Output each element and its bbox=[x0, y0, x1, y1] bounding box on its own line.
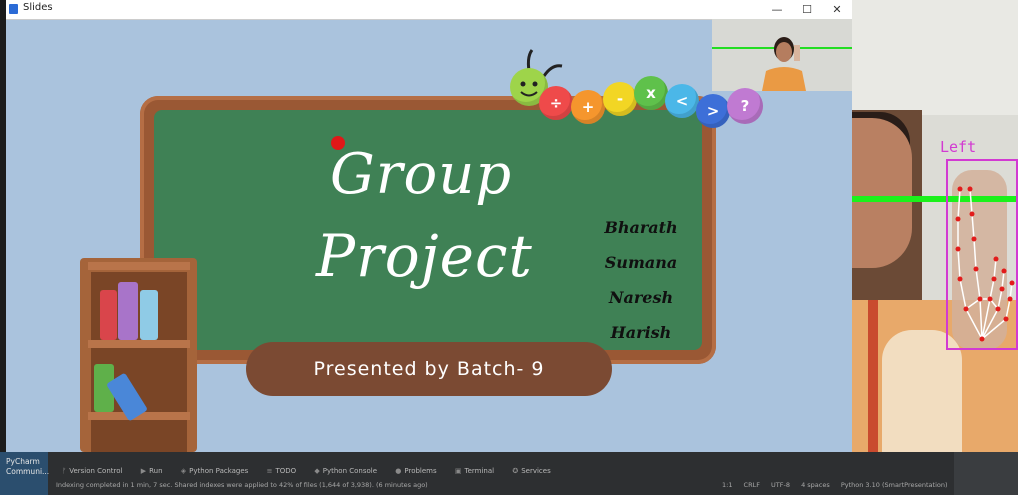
team-name: Sumana bbox=[604, 253, 678, 272]
tool-services[interactable]: ✪ Services bbox=[512, 467, 550, 475]
thumbnail-person bbox=[762, 37, 806, 91]
camera-wall bbox=[852, 0, 1018, 115]
camera-feed-background: Left bbox=[852, 0, 1018, 452]
team-name: Bharath bbox=[604, 218, 678, 237]
webcam-thumbnail bbox=[712, 19, 852, 91]
book bbox=[100, 290, 117, 340]
tool-python-packages[interactable]: ◈ Python Packages bbox=[181, 467, 249, 475]
tool-version-control[interactable]: ᚠ Version Control bbox=[62, 467, 122, 475]
pycharm-taskbar-item[interactable]: PyCharm Communi... bbox=[0, 452, 50, 495]
indent-setting[interactable]: 4 spaces bbox=[801, 481, 830, 489]
hand-landmarks bbox=[955, 186, 1015, 342]
problems-icon: ● bbox=[395, 467, 402, 475]
slide-title-line2: Project bbox=[316, 222, 533, 290]
taskbar-thumbnail[interactable] bbox=[954, 452, 1018, 495]
presented-by-banner: Presented by Batch- 9 bbox=[246, 342, 612, 396]
slides-app-icon bbox=[9, 4, 18, 14]
caterpillar-segment: ÷ bbox=[539, 86, 573, 120]
book bbox=[118, 282, 138, 340]
close-button[interactable]: ✕ bbox=[822, 0, 852, 19]
book bbox=[140, 290, 158, 340]
caterpillar-segment: - bbox=[603, 82, 637, 116]
team-names: Bharath Sumana Naresh Harish bbox=[586, 210, 696, 350]
tool-window-bar: ᚠ Version Control ▶ Run ◈ Python Packages ≡… bbox=[62, 467, 567, 475]
python-interpreter[interactable]: Python 3.10 (SmartPresentation) bbox=[841, 481, 948, 489]
team-name: Naresh bbox=[608, 288, 674, 307]
python-packages-icon: ◈ bbox=[180, 467, 187, 475]
camera-person-face bbox=[852, 118, 912, 268]
terminal-icon: ▣ bbox=[454, 467, 462, 475]
python-console-icon: ◆ bbox=[314, 467, 320, 475]
status-message: Indexing completed in 1 min, 7 sec. Shar… bbox=[56, 481, 428, 489]
maximize-button[interactable]: ☐ bbox=[792, 0, 822, 19]
cursor-position[interactable]: 1:1 bbox=[722, 481, 732, 489]
line-separator[interactable]: CRLF bbox=[744, 481, 760, 489]
shelf-top bbox=[88, 262, 190, 270]
pycharm-label-sub: Communi... bbox=[6, 467, 50, 476]
tool-todo[interactable]: ≡ TODO bbox=[267, 467, 297, 475]
caterpillar-segment: > bbox=[696, 94, 730, 128]
tool-python-console[interactable]: ◆ Python Console bbox=[314, 467, 377, 475]
caterpillar-segment: x bbox=[634, 76, 668, 110]
caterpillar-segment: < bbox=[665, 84, 699, 118]
window-title: Slides bbox=[23, 2, 53, 13]
pycharm-label: PyCharm bbox=[6, 457, 40, 466]
presented-by-text: Presented by Batch- 9 bbox=[313, 358, 545, 380]
tool-run[interactable]: ▶ Run bbox=[141, 467, 163, 475]
services-icon: ✪ bbox=[512, 467, 519, 475]
todo-icon: ≡ bbox=[266, 467, 273, 475]
minimize-button[interactable]: — bbox=[762, 0, 792, 19]
camera-lanyard bbox=[868, 300, 878, 452]
status-bar-right: 1:1 CRLF UTF-8 4 spaces Python 3.10 (Sma… bbox=[722, 481, 957, 489]
slide-title-line1: Group bbox=[330, 142, 513, 207]
hand-label: Left bbox=[940, 138, 977, 156]
tool-terminal[interactable]: ▣ Terminal bbox=[455, 467, 494, 475]
caterpillar-tail: ? bbox=[727, 88, 763, 124]
window-titlebar: Slides — ☐ ✕ bbox=[6, 0, 852, 20]
shelf-board bbox=[88, 340, 190, 348]
file-encoding[interactable]: UTF-8 bbox=[771, 481, 790, 489]
version-control-icon: ᚠ bbox=[62, 467, 67, 475]
caterpillar-segment: + bbox=[571, 90, 605, 124]
run-icon: ▶ bbox=[140, 467, 147, 475]
tool-problems[interactable]: ● Problems bbox=[395, 467, 436, 475]
